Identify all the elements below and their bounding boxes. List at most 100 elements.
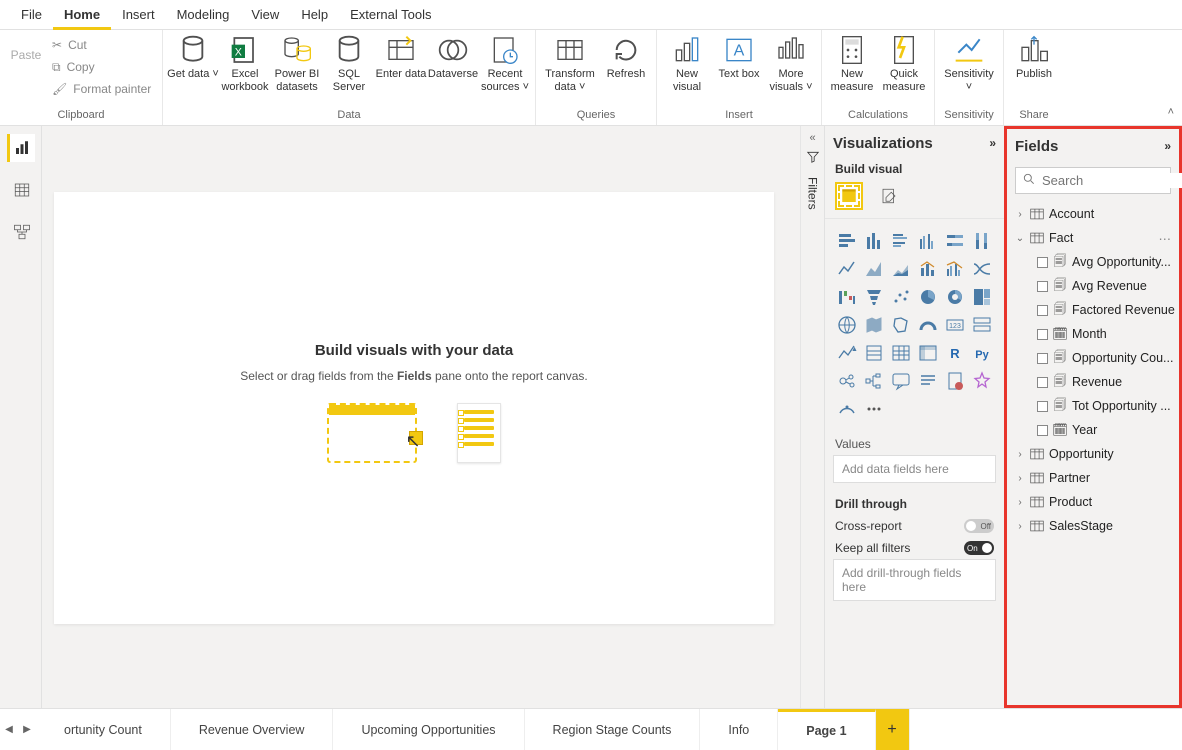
page-scroll-left[interactable]: ◀ [0,709,18,750]
report-canvas[interactable]: Build visuals with your data Select or d… [54,192,774,624]
field-avg-revenue[interactable]: 🗐Avg Revenue [1011,274,1175,298]
menu-file[interactable]: File [10,0,53,30]
page-tab-revenue-overview[interactable]: Revenue Overview [171,709,334,750]
data-view-button[interactable] [7,176,35,204]
viz-ribbon[interactable] [970,257,994,281]
ribbon-collapse-button[interactable]: ˄ [1168,106,1174,118]
new-measure-button[interactable]: New measure [826,32,878,106]
viz-line-stacked-column[interactable] [916,257,940,281]
table-partner[interactable]: ›Partner [1011,466,1175,490]
field-factored-revenue[interactable]: 🗐Factored Revenue [1011,298,1175,322]
format-painter-button[interactable]: 🖌Format painter [52,78,151,100]
viz-r[interactable]: R [943,341,967,365]
field-opportunity-count[interactable]: 🗐Opportunity Cou... [1011,346,1175,370]
viz-100-stacked-column[interactable] [970,229,994,253]
viz-key-influencers[interactable] [835,369,859,393]
viz-clustered-bar[interactable] [889,229,913,253]
viz-stacked-area[interactable] [889,257,913,281]
new-visual-button[interactable]: New visual [661,32,713,106]
viz-decomposition-tree[interactable] [862,369,886,393]
viz-gauge[interactable] [916,313,940,337]
filters-pane-collapsed[interactable]: « Filters [800,126,824,708]
menu-help[interactable]: Help [290,0,339,30]
viz-donut[interactable] [943,285,967,309]
field-tot-opportunity[interactable]: 🗐Tot Opportunity ... [1011,394,1175,418]
fields-search-input[interactable] [1042,173,1182,188]
page-tab-info[interactable]: Info [700,709,778,750]
menu-view[interactable]: View [240,0,290,30]
viz-matrix[interactable] [916,341,940,365]
viz-stacked-column[interactable] [862,229,886,253]
table-account[interactable]: ›Account [1011,202,1175,226]
viz-line-clustered-column[interactable] [943,257,967,281]
values-well[interactable]: Add data fields here [833,455,996,483]
fields-search[interactable] [1015,167,1171,194]
more-visuals-button[interactable]: More visuals ˅ [765,32,817,106]
viz-scatter[interactable] [889,285,913,309]
viz-stacked-bar[interactable] [835,229,859,253]
page-tab-region-stage-counts[interactable]: Region Stage Counts [525,709,701,750]
copy-button[interactable]: ⧉Copy [52,56,95,78]
field-year[interactable]: 🗓Year [1011,418,1175,442]
viz-shape-map[interactable] [889,313,913,337]
add-page-button[interactable]: + [876,709,910,750]
viz-multi-row-card[interactable] [970,313,994,337]
table-opportunity[interactable]: ›Opportunity [1011,442,1175,466]
sql-server-button[interactable]: SQL Server [323,32,375,106]
viz-pie[interactable] [916,285,940,309]
field-month[interactable]: 🗓Month [1011,322,1175,346]
format-visual-tab[interactable] [875,182,903,210]
page-tab-upcoming-opportunities[interactable]: Upcoming Opportunities [333,709,524,750]
viz-filled-map[interactable] [862,313,886,337]
get-data-button[interactable]: Get data ˅ [167,32,219,106]
field-revenue[interactable]: 🗐Revenue [1011,370,1175,394]
fields-collapse-button[interactable]: » [1164,139,1171,153]
viz-qa[interactable] [889,369,913,393]
enter-data-button[interactable]: Enter data [375,32,427,106]
table-salesstage[interactable]: ›SalesStage [1011,514,1175,538]
viz-collapse-button[interactable]: » [989,136,996,150]
viz-card[interactable]: 123 [943,313,967,337]
model-view-button[interactable] [7,218,35,246]
recent-sources-button[interactable]: Recent sources ˅ [479,32,531,106]
viz-area[interactable] [862,257,886,281]
drill-through-well[interactable]: Add drill-through fields here [833,559,996,601]
paste-button[interactable]: Paste [4,32,48,62]
viz-map[interactable] [835,313,859,337]
viz-more-options[interactable] [862,397,886,421]
excel-workbook-button[interactable]: XExcel workbook [219,32,271,106]
table-fact[interactable]: ⌄Fact⋯ [1011,226,1175,250]
dataverse-button[interactable]: Dataverse [427,32,479,106]
text-box-button[interactable]: AText box [713,32,765,106]
quick-measure-button[interactable]: Quick measure [878,32,930,106]
menu-external-tools[interactable]: External Tools [339,0,442,30]
viz-line[interactable] [835,257,859,281]
viz-slicer[interactable] [862,341,886,365]
viz-clustered-column[interactable] [916,229,940,253]
viz-waterfall[interactable] [835,285,859,309]
transform-data-button[interactable]: Transform data ˅ [540,32,600,106]
viz-arcgis[interactable] [835,397,859,421]
report-view-button[interactable] [7,134,35,162]
viz-treemap[interactable] [970,285,994,309]
viz-table[interactable] [889,341,913,365]
publish-button[interactable]: Publish [1008,32,1060,106]
viz-100-stacked-bar[interactable] [943,229,967,253]
refresh-button[interactable]: Refresh [600,32,652,106]
viz-funnel[interactable] [862,285,886,309]
menu-modeling[interactable]: Modeling [166,0,241,30]
page-tab-page1[interactable]: Page 1 [778,709,875,750]
field-avg-opportunity[interactable]: 🗐Avg Opportunity... [1011,250,1175,274]
cross-report-toggle[interactable]: Off [964,519,994,533]
viz-paginated-report[interactable] [943,369,967,393]
table-product[interactable]: ›Product [1011,490,1175,514]
viz-smart-narrative[interactable] [916,369,940,393]
page-tab-opportunity-count[interactable]: ortunity Count [36,709,171,750]
cut-button[interactable]: ✂Cut [52,34,87,56]
viz-kpi[interactable]: ▲ [835,341,859,365]
fact-more-button[interactable]: ⋯ [1159,231,1176,246]
viz-get-more[interactable] [970,369,994,393]
menu-home[interactable]: Home [53,0,111,30]
page-scroll-right[interactable]: ▶ [18,709,36,750]
viz-python[interactable]: Py [970,341,994,365]
